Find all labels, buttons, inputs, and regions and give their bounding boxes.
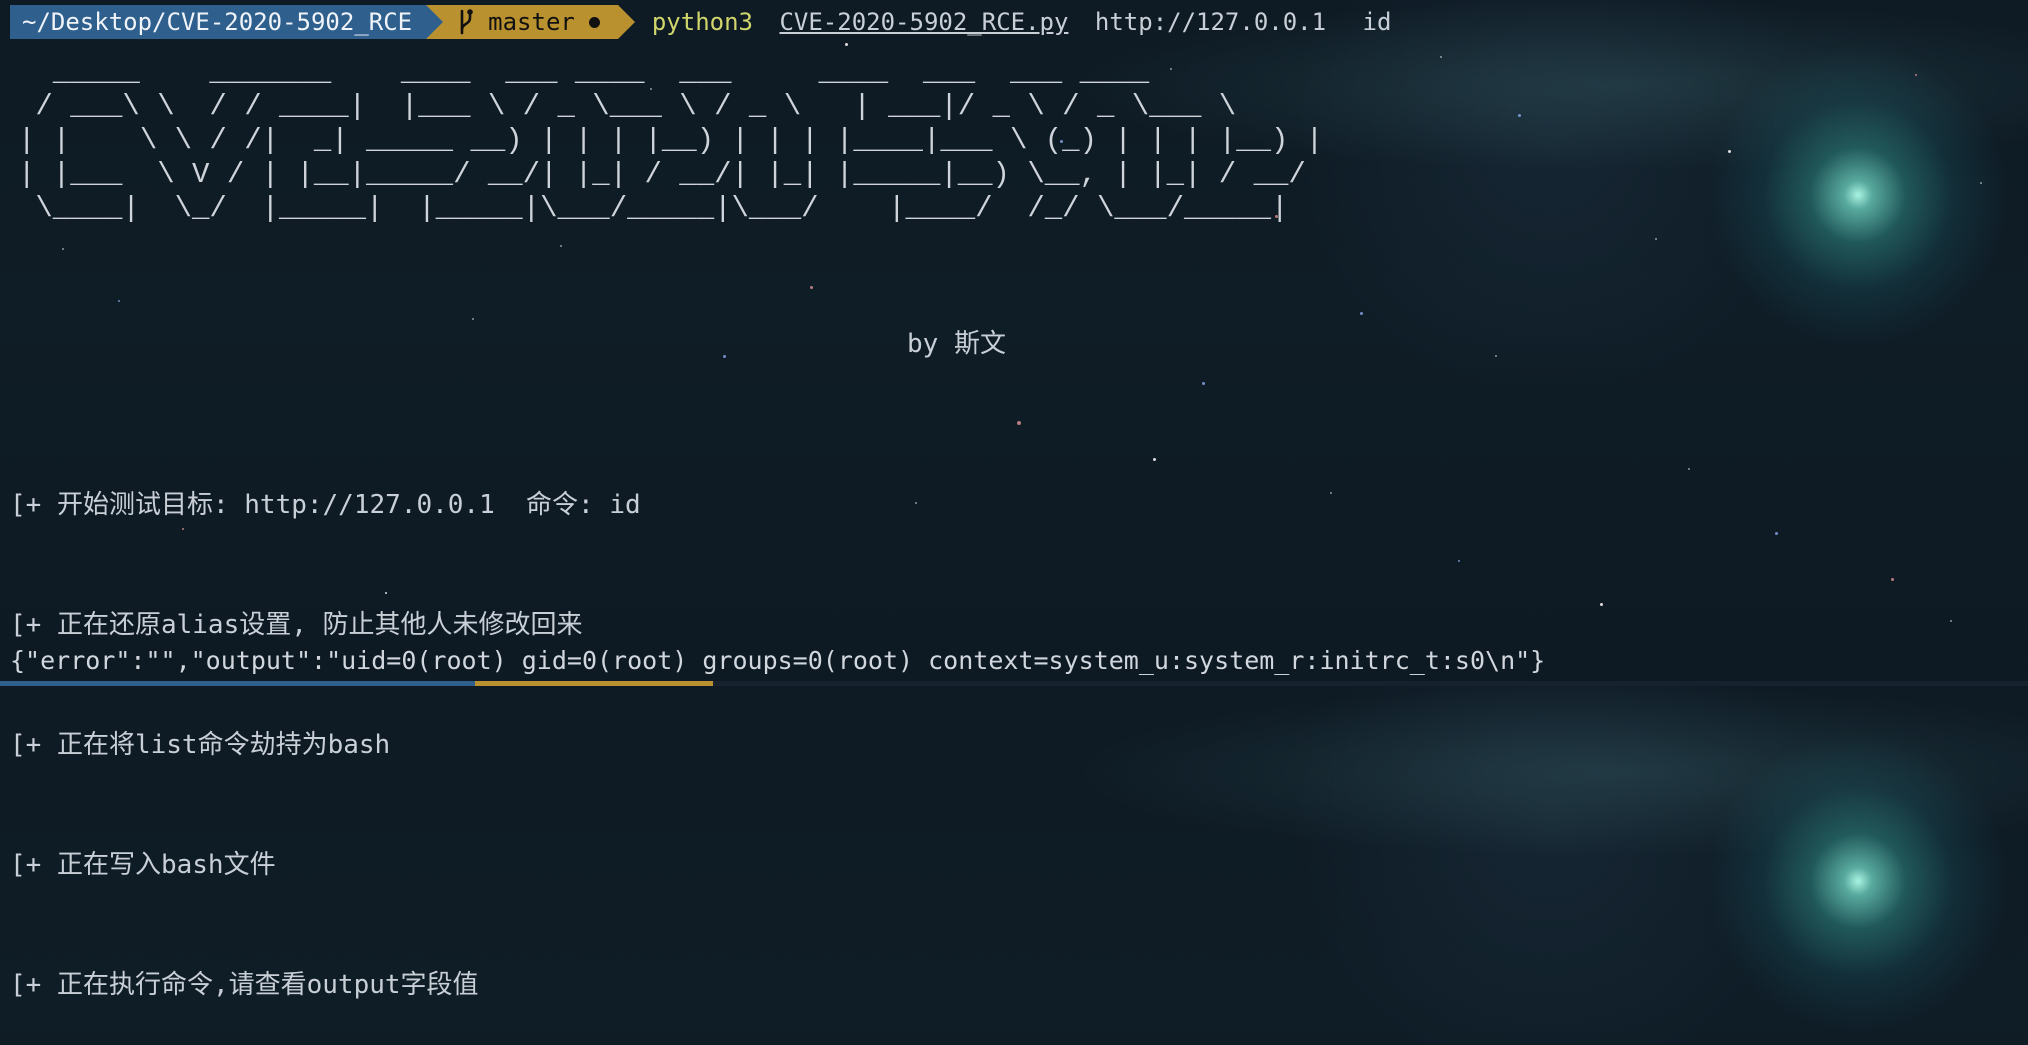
progress-log: [+ 开始测试目标: http://127.0.0.1 命令: id [+ 正在… (10, 405, 641, 1045)
git-branch-icon (456, 8, 476, 36)
log-line: [+ 开始测试目标: http://127.0.0.1 命令: id (10, 490, 641, 520)
star (845, 43, 848, 46)
command-argument: id (1362, 8, 1392, 36)
git-branch-segment: master (426, 5, 635, 39)
current-directory: ~/Desktop/CVE-2020-5902_RCE (22, 8, 413, 36)
log-line: [+ 正在还原alias设置, 防止其他人未修改回来 (10, 610, 583, 640)
star (1688, 468, 1690, 470)
star (1495, 355, 1497, 357)
star (1330, 492, 1332, 494)
prompt-path-segment: ~/Desktop/CVE-2020-5902_RCE (10, 5, 444, 39)
prompt-line: ~/Desktop/CVE-2020-5902_RCE master pytho… (10, 5, 1391, 39)
command-target-url: http://127.0.0.1 (1094, 8, 1327, 36)
star (1518, 114, 1521, 117)
log-line: [+ 正在执行命令,请查看output字段值 (10, 970, 479, 1000)
terminal-window: { "prompt": { "path": "~/Desktop/CVE-202… (0, 0, 2028, 1000)
next-prompt-rest-strip (713, 681, 2028, 686)
star (1017, 421, 1021, 425)
command-line: python3 CVE-2020-5902_RCE.py http://127.… (652, 5, 1392, 39)
command-script-file: CVE-2020-5902_RCE.py (779, 8, 1069, 36)
author-credit: by 斯文 (907, 329, 1006, 359)
star (1360, 312, 1363, 315)
log-line: [+ 正在将list命令劫持为bash (10, 730, 391, 760)
log-line: [+ 正在写入bash文件 (10, 850, 276, 880)
star (1202, 382, 1205, 385)
star (1458, 560, 1460, 562)
star (560, 245, 562, 247)
ascii-art-banner: _____ _______ ____ ___ ____ ___ ____ ___… (18, 56, 1324, 225)
star (915, 502, 917, 504)
star (1728, 150, 1731, 153)
star (1891, 578, 1894, 581)
star (1950, 620, 1952, 622)
star (118, 300, 120, 302)
star (810, 286, 813, 289)
dirty-state-dot-icon (588, 16, 600, 28)
next-prompt-git-strip (475, 681, 713, 686)
star (1655, 238, 1657, 240)
star (472, 318, 474, 320)
json-output-line: {"error":"","output":"uid=0(root) gid=0(… (10, 646, 1546, 675)
star (1775, 532, 1778, 535)
star (1153, 458, 1156, 461)
star (62, 248, 64, 250)
next-prompt-path-strip (0, 681, 475, 686)
star (723, 355, 726, 358)
git-branch-name: master (488, 8, 575, 36)
star (1440, 56, 1442, 58)
command-name: python3 (651, 8, 753, 36)
star (1980, 182, 1982, 184)
star (1915, 74, 1917, 76)
star (1600, 603, 1603, 606)
next-prompt-strip (0, 681, 2028, 686)
